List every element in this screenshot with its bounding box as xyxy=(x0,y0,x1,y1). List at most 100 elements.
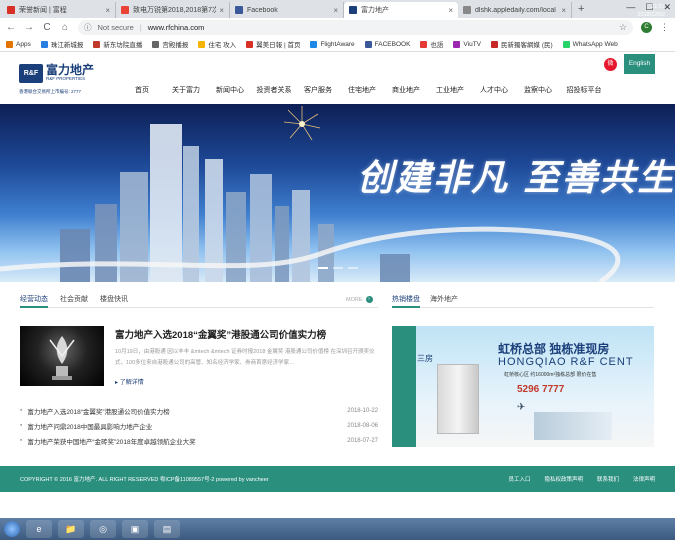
taskbar-app-icon[interactable]: 📁 xyxy=(58,520,84,538)
start-button[interactable] xyxy=(4,521,20,537)
featured-news-image[interactable] xyxy=(20,326,104,386)
news-list-item[interactable]: ▪ 富力地产荣获中国地产“金砖奖”2018年度卓越领航企业大奖 2018-07-27 xyxy=(20,433,378,448)
site-footer: COPYRIGHT © 2016 富力地产. ALL RIGHT RESERVE… xyxy=(0,466,675,492)
news-tab[interactable]: 经营动态 xyxy=(20,294,48,308)
bookmark-favicon-icon xyxy=(246,40,254,48)
carousel-dot[interactable] xyxy=(318,267,328,269)
browser-tab[interactable]: 荣誉新闻 | 富程 × xyxy=(2,2,116,18)
site-logo[interactable]: R&F 富力地产 R&F PROPERTIES xyxy=(19,64,94,83)
bookmark-item[interactable]: WhatsApp Web xyxy=(562,40,618,48)
tab-title: dlshk.appledaily.com/local xyxy=(475,6,556,14)
forward-arrow-icon[interactable]: → xyxy=(24,22,34,33)
featured-news-title[interactable]: 富力地产入选2018“金翼奖”港股通公司价值实力榜 xyxy=(115,327,326,341)
footer-link[interactable]: 联系我们 xyxy=(597,475,619,483)
carousel-dot[interactable] xyxy=(333,267,343,269)
bookmark-label: 也語 xyxy=(430,42,444,49)
news-tab[interactable]: 社会贡献 xyxy=(60,294,88,307)
english-button[interactable]: English xyxy=(624,54,655,74)
bookmark-item[interactable]: 也語 xyxy=(420,39,443,49)
news-more-link[interactable]: MORE › xyxy=(346,296,373,303)
bookmark-item[interactable]: FlightAware xyxy=(310,40,355,48)
minimize-button[interactable]: — xyxy=(626,2,635,13)
taskbar-app-icon[interactable]: ◎ xyxy=(90,520,116,538)
news-tab[interactable]: 楼盘快讯 xyxy=(100,294,128,307)
bookmark-item[interactable]: 翼美日報 | 首页 xyxy=(246,39,300,49)
bookmark-item[interactable]: 新东坊院直播 xyxy=(93,39,142,49)
nav-item[interactable]: 住宅地产 xyxy=(340,85,384,95)
footer-link[interactable]: 隐私权政策声明 xyxy=(544,475,583,483)
bookmark-item[interactable]: 民新獨客網媒 (民) xyxy=(491,39,553,49)
tab-close-icon[interactable]: × xyxy=(219,6,224,15)
carousel-dot[interactable] xyxy=(348,267,358,269)
featured-news-more[interactable]: ▸ 了解详情 xyxy=(115,377,144,386)
news-list-item[interactable]: ▪ 富力地产问鼎2018中国最具影响力地产企业 2018-08-06 xyxy=(20,418,378,433)
nav-item[interactable]: 投资者关系 xyxy=(252,85,296,95)
browser-tab[interactable]: 致电万锐第2018,2018第7次 × xyxy=(116,2,230,18)
bookmark-item[interactable]: ViuTV xyxy=(453,40,481,48)
bookmark-label: FACEBOOK xyxy=(374,40,411,48)
taskbar-app-icon[interactable]: e xyxy=(26,520,52,538)
footer-link[interactable]: 员工入口 xyxy=(508,475,530,483)
ad-badge: 三房 xyxy=(417,354,433,363)
trophy-icon xyxy=(49,336,75,380)
browser-tab[interactable]: dlshk.appledaily.com/local × xyxy=(458,2,572,18)
bookmark-item[interactable]: 宫殿播报 xyxy=(152,39,188,49)
reload-icon[interactable]: C xyxy=(42,22,52,33)
news-list-item[interactable]: ▪ 富力地产入选2018“金翼奖”港股通公司价值实力榜 2018-10-22 xyxy=(20,403,378,418)
profile-avatar[interactable]: C xyxy=(641,22,652,33)
property-tab[interactable]: 热销楼盘 xyxy=(392,294,420,308)
nav-item[interactable]: 客户服务 xyxy=(296,85,340,95)
bookmark-item[interactable]: 珠江新城报 xyxy=(40,39,83,49)
nav-item[interactable]: 关于富力 xyxy=(164,85,208,95)
tab-close-icon[interactable]: × xyxy=(561,6,566,15)
nav-item[interactable]: 招投标平台 xyxy=(560,85,608,95)
logo-mark: R&F xyxy=(19,64,43,83)
nav-item[interactable]: 监察中心 xyxy=(516,85,560,95)
home-icon[interactable]: ⌂ xyxy=(60,22,70,33)
property-tabs: 热销楼盘 海外地产 xyxy=(392,294,654,308)
bookmark-label: 住宅 攻入 xyxy=(208,42,237,49)
nav-item[interactable]: 人才中心 xyxy=(472,85,516,95)
system-tray-clock[interactable]: 21:57 2018/12/02 xyxy=(637,3,665,19)
tab-close-icon[interactable]: × xyxy=(448,6,453,15)
bookmark-item[interactable]: 住宅 攻入 xyxy=(198,39,236,49)
nav-item[interactable]: 工业地产 xyxy=(428,85,472,95)
bookmark-favicon-icon xyxy=(491,40,499,48)
weibo-icon[interactable]: 微 xyxy=(604,58,617,71)
bookmark-favicon-icon xyxy=(420,40,428,48)
property-tab[interactable]: 海外地产 xyxy=(430,294,458,307)
browser-tab-strip: 荣誉新闻 | 富程 × 致电万锐第2018,2018第7次 × Facebook × 富力地… xyxy=(0,0,675,18)
menu-kebab-icon[interactable]: ⋮ xyxy=(660,22,669,33)
nav-item[interactable]: 首页 xyxy=(120,85,164,95)
ad-subtitle: 虹桥核心区 约16000m²独栋总部 限价在售 xyxy=(504,372,597,378)
hero-banner[interactable]: 创建非凡 至善共生 xyxy=(0,104,675,282)
url-text[interactable]: www.rfchina.com xyxy=(148,23,619,32)
tab-title: Facebook xyxy=(247,6,278,14)
footer-link[interactable]: 法律声明 xyxy=(633,475,655,483)
news-list: ▪ 富力地产入选2018“金翼奖”港股通公司价值实力榜 2018-10-22 ▪ 富力地… xyxy=(20,403,378,448)
carousel-indicators xyxy=(318,267,358,269)
tab-close-icon[interactable]: × xyxy=(105,6,110,15)
address-bar[interactable]: ⓘ Not secure | www.rfchina.com ☆ xyxy=(78,20,633,35)
tab-close-icon[interactable]: × xyxy=(333,6,338,15)
bookmark-item[interactable]: Apps xyxy=(6,40,31,48)
copyright-text: COPYRIGHT © 2016 富力地产. ALL RIGHT RESERVE… xyxy=(20,477,269,483)
taskbar-app-icon[interactable]: ▣ xyxy=(122,520,148,538)
bookmark-favicon-icon xyxy=(310,40,318,48)
back-arrow-icon[interactable]: ← xyxy=(6,22,16,33)
browser-tab[interactable]: Facebook × xyxy=(230,2,344,18)
nav-item[interactable]: 新闻中心 xyxy=(208,85,252,95)
main-nav: 首页 关于富力 新闻中心 投资者关系 客户服务 住宅地产 商业地产 工业地产 人才中心 监察中心招… xyxy=(120,85,608,95)
info-icon[interactable]: ⓘ xyxy=(84,22,92,33)
bookmark-star-icon[interactable]: ☆ xyxy=(619,22,627,33)
bookmarks-bar: Apps 珠江新城报 新东坊院直播 宫殿播报 住宅 攻入 翼美日報 | 首页 FlightA… xyxy=(0,37,675,52)
property-ad-image[interactable]: 三房 虹桥总部 独栋准现房 HONGQIAO R&F CENT 虹桥核心区 约1… xyxy=(392,326,654,447)
browser-tab[interactable]: 富力地产 × xyxy=(344,2,458,18)
taskbar-app-icon[interactable]: ▤ xyxy=(154,520,180,538)
tab-favicon-icon xyxy=(235,6,243,14)
bookmark-item[interactable]: FACEBOOK xyxy=(364,40,411,48)
nav-item[interactable]: 商业地产 xyxy=(384,85,428,95)
new-tab-button[interactable]: + xyxy=(572,2,590,18)
featured-news-desc: 10月19日，由港股通 因以丰丰 &mtech &mtech 证券时报2018 … xyxy=(115,349,375,366)
bookmark-favicon-icon xyxy=(453,40,461,48)
